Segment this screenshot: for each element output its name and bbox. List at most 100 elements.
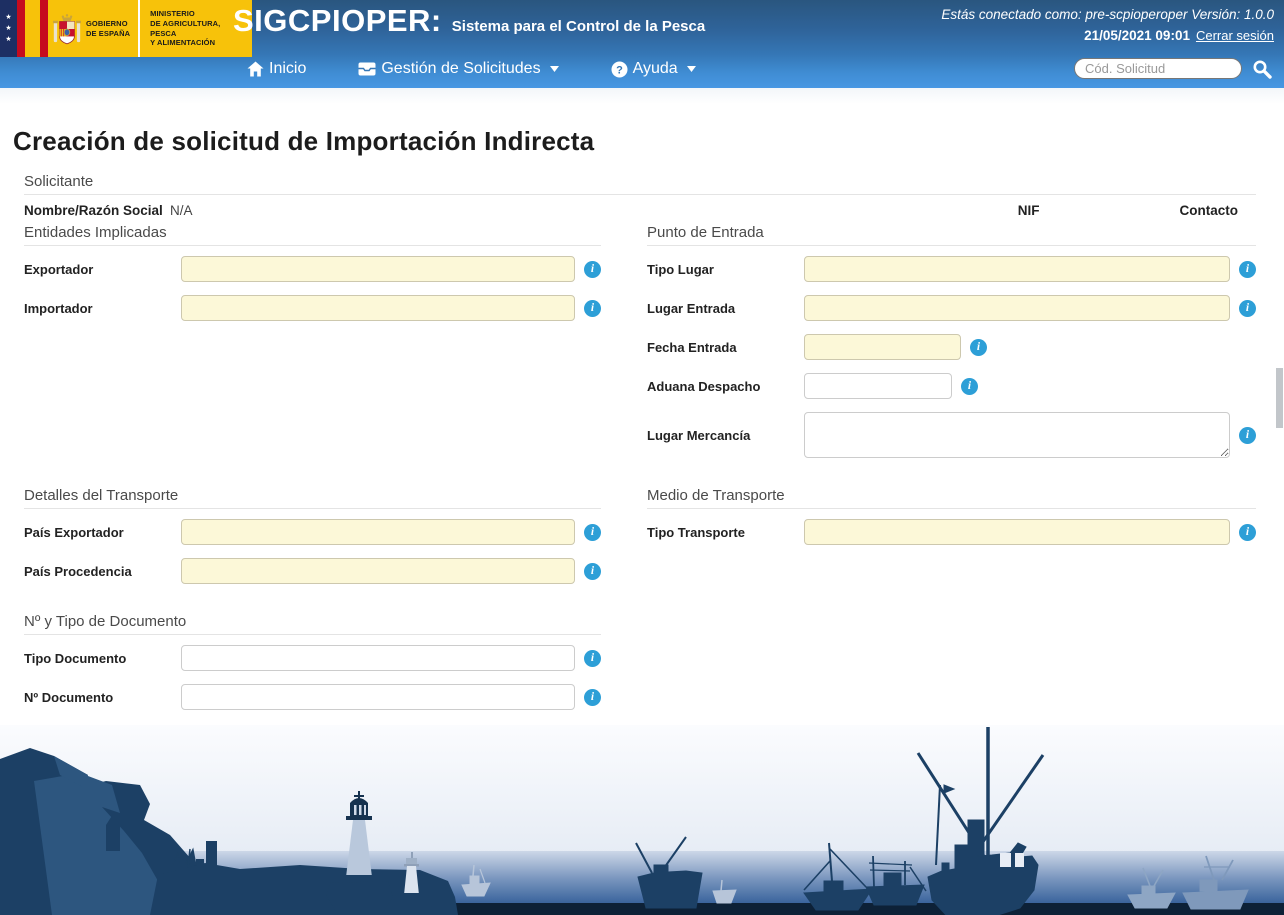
gobierno-espana-logo[interactable]: ★ ★ ★ GOBIERNO DE ESPAÑA MINISTERIO DE A… — [0, 0, 253, 57]
vertical-scrollbar-thumb[interactable] — [1276, 368, 1283, 428]
spain-flag-red-stripe — [17, 0, 25, 57]
nombre-razon-social-value: N/A — [170, 203, 193, 218]
star-icon: ★ — [5, 36, 12, 43]
info-icon[interactable] — [970, 338, 987, 356]
section-entidades: Entidades Implicadas — [24, 224, 601, 246]
solicitante-row: Nombre/Razón Social N/A NIF Contacto — [24, 203, 1256, 218]
nombre-razon-social-label: Nombre/Razón Social — [24, 203, 163, 218]
page-title: Creación de solicitud de Importación Ind… — [13, 126, 595, 156]
aduana-despacho-input[interactable] — [804, 373, 952, 399]
section-medio-transporte: Medio de Transporte — [647, 487, 1256, 509]
gobierno-block: GOBIERNO DE ESPAÑA — [48, 0, 141, 57]
info-icon[interactable] — [584, 649, 601, 667]
pais-exportador-input[interactable] — [181, 519, 575, 545]
lugar-mercancia-textarea[interactable] — [804, 412, 1230, 458]
info-icon[interactable] — [584, 299, 601, 317]
info-icon[interactable] — [961, 377, 978, 395]
lugar-mercancia-label: Lugar Mercancía — [647, 427, 751, 443]
coat-of-arms-icon — [53, 13, 81, 44]
session-datetime-row: 21/05/2021 09:01 Cerrar sesión — [941, 26, 1274, 47]
session-info: Estás conectado como: pre-scpioperoper V… — [941, 5, 1274, 47]
group-detalles-transporte: Detalles del Transporte País Exportador … — [24, 487, 601, 597]
field-pais-exportador: País Exportador — [24, 519, 601, 545]
page-body: Creación de solicitud de Importación Ind… — [0, 88, 1284, 739]
form-area: Solicitante Nombre/Razón Social N/A NIF … — [0, 173, 1284, 739]
spain-flag-red-stripe — [40, 0, 48, 57]
group-medio-transporte: Medio de Transporte Tipo Transporte — [647, 487, 1256, 558]
eu-flag-strip: ★ ★ ★ — [0, 0, 17, 57]
chevron-down-icon — [686, 66, 696, 72]
fecha-entrada-label: Fecha Entrada — [647, 339, 737, 355]
field-pais-procedencia: País Procedencia — [24, 558, 601, 584]
tipo-documento-label: Tipo Documento — [24, 650, 127, 666]
field-num-documento: Nº Documento — [24, 684, 601, 710]
app-subtitle: Sistema para el Control de la Pesca — [451, 18, 706, 35]
nav-label: Inicio — [269, 60, 307, 77]
home-icon — [247, 61, 264, 77]
pais-procedencia-label: País Procedencia — [24, 563, 132, 579]
field-aduana-despacho: Aduana Despacho — [647, 373, 1256, 399]
info-icon[interactable] — [584, 260, 601, 278]
lugar-entrada-input[interactable] — [804, 295, 1230, 321]
session-datetime: 21/05/2021 09:01 — [1084, 27, 1190, 43]
app-brand: SIGCPIOPER: Sistema para el Control de l… — [233, 3, 705, 39]
section-detalles-transporte: Detalles del Transporte — [24, 487, 601, 509]
field-lugar-mercancia: Lugar Mercancía — [647, 412, 1256, 458]
num-documento-input[interactable] — [181, 684, 575, 710]
svg-text:?: ? — [616, 64, 623, 76]
importador-label: Importador — [24, 300, 93, 316]
tipo-lugar-input[interactable] — [804, 256, 1230, 282]
info-icon[interactable] — [1239, 523, 1256, 541]
nav-item-inicio[interactable]: Inicio — [247, 60, 306, 78]
field-exportador: Exportador — [24, 256, 601, 282]
info-icon[interactable] — [584, 523, 601, 541]
top-header: ★ ★ ★ GOBIERNO DE ESPAÑA MINISTERIO DE A… — [0, 0, 1284, 88]
exportador-label: Exportador — [24, 261, 94, 277]
info-icon[interactable] — [584, 562, 601, 580]
field-fecha-entrada: Fecha Entrada — [647, 334, 1256, 360]
nav-label: Ayuda — [632, 60, 678, 77]
section-documento: Nº y Tipo de Documento — [24, 613, 601, 635]
search-icon — [1253, 60, 1272, 79]
info-icon[interactable] — [584, 688, 601, 706]
gobierno-label: GOBIERNO DE ESPAÑA — [86, 18, 131, 38]
nav-label: Gestión de Solicitudes — [381, 60, 541, 77]
inbox-icon — [358, 62, 376, 76]
group-documento: Nº y Tipo de Documento Tipo Documento Nº… — [24, 613, 601, 723]
info-icon[interactable] — [1239, 260, 1256, 278]
info-icon[interactable] — [1239, 299, 1256, 317]
tipo-transporte-label: Tipo Transporte — [647, 524, 745, 540]
ministerio-label: MINISTERIO DE AGRICULTURA, PESCA Y ALIME… — [150, 9, 221, 48]
pais-procedencia-input[interactable] — [181, 558, 575, 584]
tipo-transporte-input[interactable] — [804, 519, 1230, 545]
main-nav: Inicio Gestión de Solicitudes ? Ayuda — [247, 60, 696, 78]
field-importador: Importador — [24, 295, 601, 321]
spain-flag-yellow-stripe — [25, 0, 40, 57]
fecha-entrada-input[interactable] — [804, 334, 961, 360]
star-icon: ★ — [5, 25, 12, 32]
field-tipo-transporte: Tipo Transporte — [647, 519, 1256, 545]
connected-as-text: Estás conectado como: pre-scpioperoper V… — [941, 7, 1274, 22]
nav-item-gestion-solicitudes[interactable]: Gestión de Solicitudes — [358, 60, 559, 78]
vertical-scrollbar-track[interactable] — [1275, 88, 1284, 915]
search-button[interactable] — [1252, 59, 1272, 79]
nav-item-ayuda[interactable]: ? Ayuda — [611, 60, 696, 78]
logout-link[interactable]: Cerrar sesión — [1196, 28, 1274, 43]
info-icon[interactable] — [1239, 426, 1256, 444]
exportador-input[interactable] — [181, 256, 575, 282]
tipo-lugar-label: Tipo Lugar — [647, 261, 714, 277]
group-entidades-implicadas: Entidades Implicadas Exportador Importad… — [24, 224, 601, 334]
app-name: SIGCPIOPER: — [233, 3, 442, 38]
lugar-entrada-label: Lugar Entrada — [647, 300, 736, 316]
importador-input[interactable] — [181, 295, 575, 321]
app-window: ★ ★ ★ GOBIERNO DE ESPAÑA MINISTERIO DE A… — [0, 0, 1284, 915]
star-icon: ★ — [5, 14, 12, 21]
aduana-despacho-label: Aduana Despacho — [647, 378, 761, 394]
tipo-documento-input[interactable] — [181, 645, 575, 671]
group-punto-entrada: Punto de Entrada Tipo Lugar Lugar Entrad… — [647, 224, 1256, 471]
field-lugar-entrada: Lugar Entrada — [647, 295, 1256, 321]
search-bar — [1074, 58, 1272, 79]
contacto-label: Contacto — [1179, 203, 1239, 218]
field-tipo-lugar: Tipo Lugar — [647, 256, 1256, 282]
search-input[interactable] — [1074, 58, 1242, 79]
